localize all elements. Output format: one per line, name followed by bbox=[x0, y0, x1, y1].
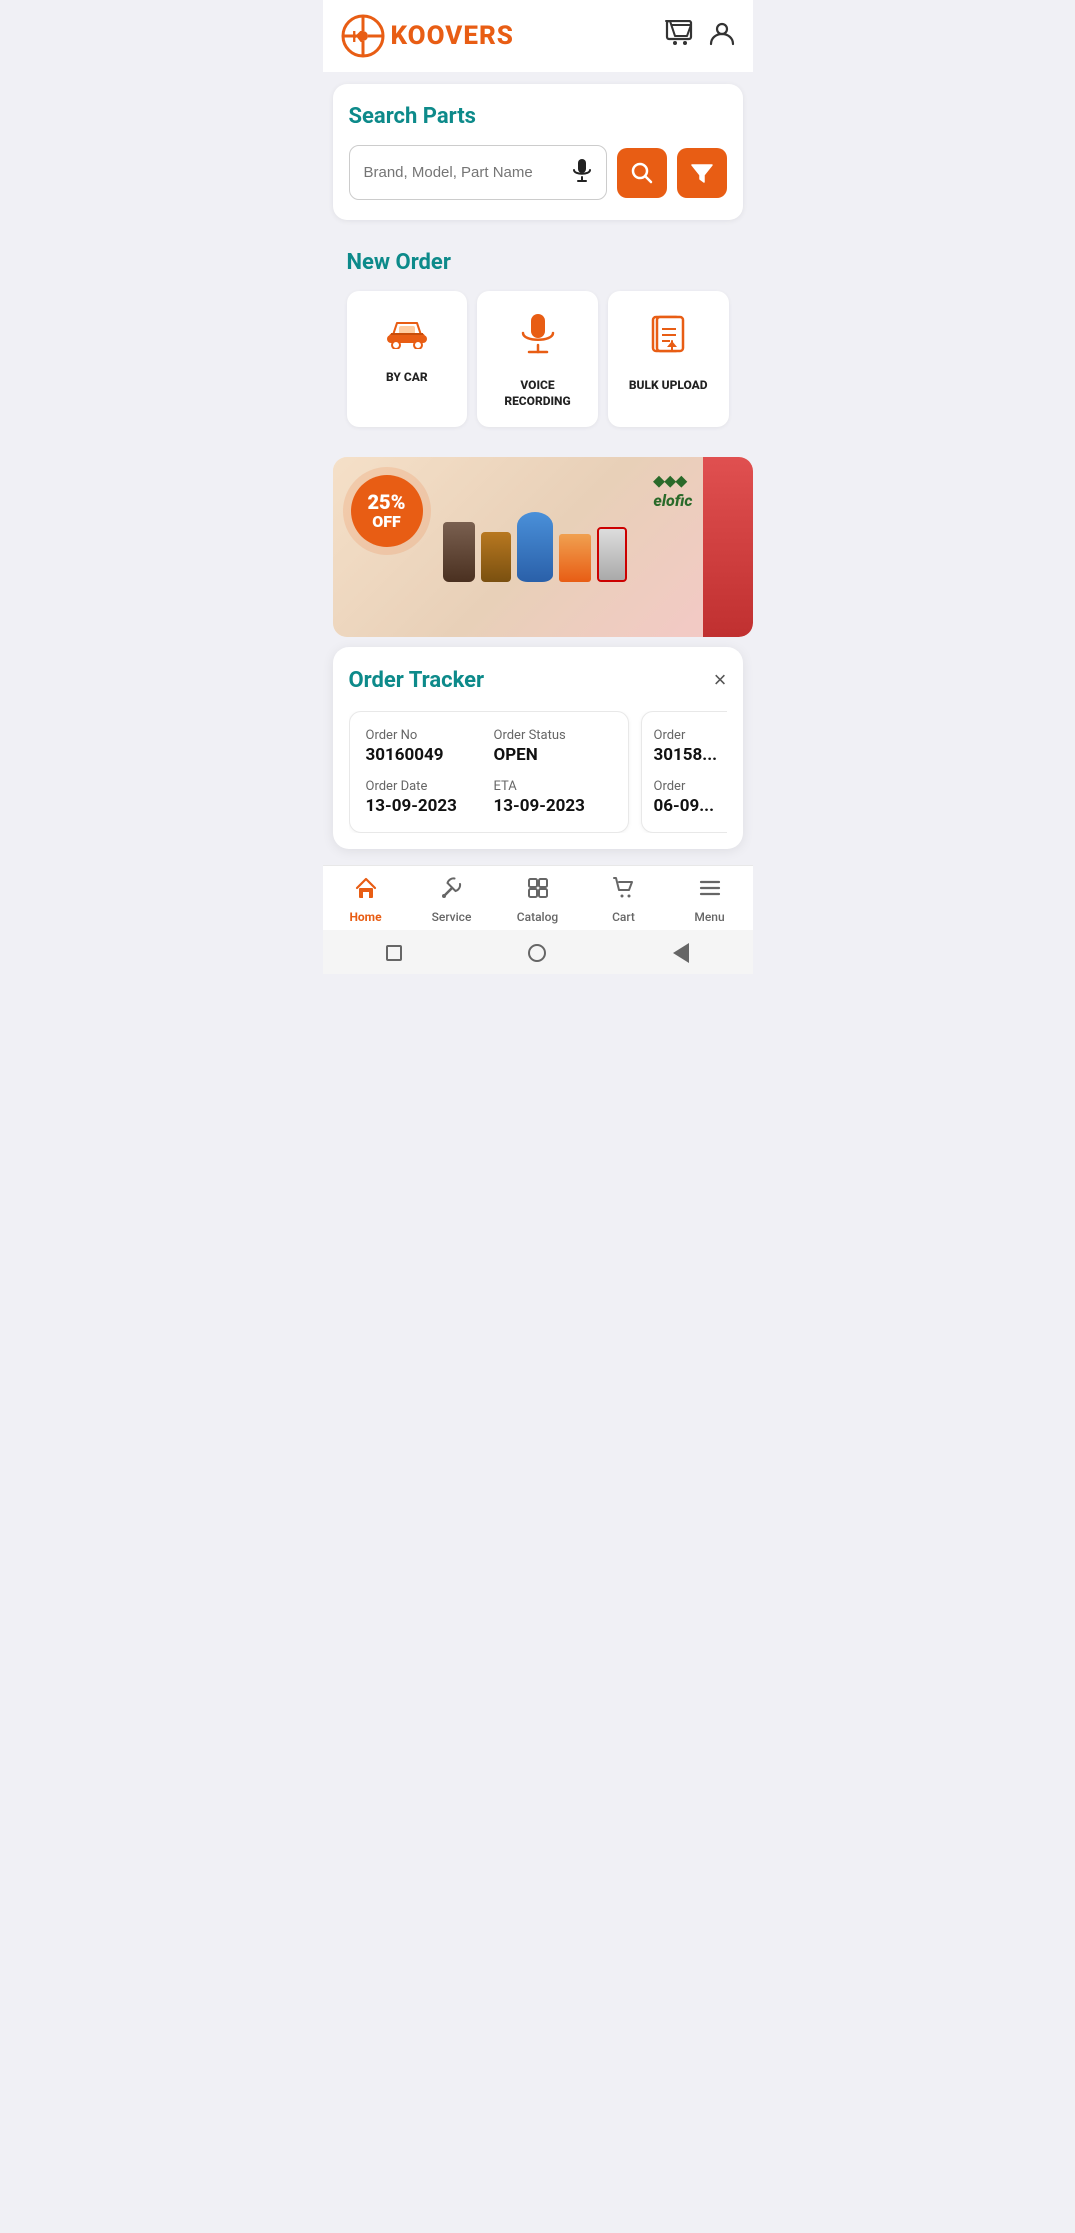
catalog-icon bbox=[526, 876, 550, 906]
bottom-nav: Home Service Catalog bbox=[323, 865, 753, 930]
filter-product-5 bbox=[597, 527, 627, 582]
order-card-1[interactable]: Order No 30160049 Order Status OPEN Orde… bbox=[349, 711, 629, 833]
car-icon bbox=[385, 313, 429, 358]
by-car-label: BY CAR bbox=[386, 370, 428, 386]
nav-service[interactable]: Service bbox=[409, 876, 495, 924]
menu-icon bbox=[698, 876, 722, 906]
filter-product-1 bbox=[443, 522, 475, 582]
order-eta-label: ETA bbox=[494, 779, 612, 794]
close-button[interactable]: × bbox=[714, 667, 727, 693]
filter-product-2 bbox=[481, 532, 511, 582]
discount-off: OFF bbox=[372, 513, 401, 531]
order-status-field: Order Status OPEN bbox=[494, 728, 612, 765]
search-title: Search Parts bbox=[349, 104, 727, 129]
nav-home[interactable]: Home bbox=[323, 876, 409, 924]
nav-catalog-label: Catalog bbox=[517, 910, 558, 924]
android-nav-bar bbox=[323, 930, 753, 974]
bulk-upload-icon bbox=[649, 313, 687, 366]
new-order-title: New Order bbox=[347, 250, 729, 275]
nav-home-label: Home bbox=[349, 910, 381, 924]
header-actions bbox=[665, 20, 735, 52]
service-icon bbox=[440, 876, 464, 906]
bulk-upload-card[interactable]: BULK UPLOAD bbox=[608, 291, 729, 427]
order-card-1-grid: Order No 30160049 Order Status OPEN Orde… bbox=[366, 728, 612, 816]
home-icon bbox=[354, 876, 378, 906]
order-eta-value: 13-09-2023 bbox=[494, 796, 612, 816]
brand-name: elofic bbox=[653, 491, 692, 510]
nav-cart[interactable]: Cart bbox=[581, 876, 667, 924]
order-card-2[interactable]: Order 30158... Order 06-09... bbox=[641, 711, 727, 833]
discount-percent: 25% bbox=[367, 491, 405, 513]
logo[interactable]: K KOOVERS bbox=[341, 14, 514, 58]
by-car-card[interactable]: BY CAR bbox=[347, 291, 468, 427]
microphone-icon[interactable] bbox=[572, 158, 592, 187]
order-eta-field: ETA 13-09-2023 bbox=[494, 779, 612, 816]
tracker-header: Order Tracker × bbox=[349, 667, 727, 693]
search-input-wrapper[interactable] bbox=[349, 145, 607, 200]
search-row bbox=[349, 145, 727, 200]
order-date-label: Order Date bbox=[366, 779, 484, 794]
banner-products bbox=[443, 512, 627, 582]
filter-button[interactable] bbox=[677, 148, 727, 198]
brand-logo: ⬥⬥⬥ elofic bbox=[653, 471, 692, 510]
cart-icon[interactable] bbox=[665, 20, 693, 52]
voice-recording-card[interactable]: VOICERECORDING bbox=[477, 291, 598, 427]
order-no-field: Order No 30160049 bbox=[366, 728, 484, 765]
order-no-label-2: Order bbox=[654, 728, 727, 743]
android-home-button[interactable] bbox=[526, 942, 548, 964]
tracker-title: Order Tracker bbox=[349, 668, 485, 693]
filter-product-4 bbox=[559, 534, 591, 582]
promo-banner[interactable]: 25% OFF ⬥⬥⬥ elofic bbox=[333, 457, 753, 637]
order-status-value: OPEN bbox=[494, 745, 612, 765]
voice-recording-label: VOICERECORDING bbox=[504, 378, 570, 409]
cart-nav-icon bbox=[612, 876, 636, 906]
new-order-section: New Order BY CAR bbox=[333, 232, 743, 445]
order-cards: BY CAR VOICERECORDING bbox=[347, 291, 729, 427]
search-section: Search Parts bbox=[333, 84, 743, 220]
filter-product-3 bbox=[517, 512, 553, 582]
search-input[interactable] bbox=[364, 164, 566, 181]
svg-text:K: K bbox=[352, 29, 364, 46]
order-date-label-2: Order bbox=[654, 779, 727, 794]
nav-menu[interactable]: Menu bbox=[667, 876, 753, 924]
nav-cart-label: Cart bbox=[612, 910, 635, 924]
order-status-label: Order Status bbox=[494, 728, 612, 743]
order-no-field-2: Order 30158... bbox=[654, 728, 727, 765]
koovers-logo-icon: K bbox=[341, 14, 385, 58]
android-recents-button[interactable] bbox=[383, 942, 405, 964]
order-tracker: Order Tracker × Order No 30160049 Order … bbox=[333, 647, 743, 849]
order-no-value: 30160049 bbox=[366, 745, 484, 765]
order-date-value: 13-09-2023 bbox=[366, 796, 484, 816]
tracker-cards-row: Order No 30160049 Order Status OPEN Orde… bbox=[349, 711, 727, 833]
logo-text: KOOVERS bbox=[391, 21, 514, 51]
bulk-upload-label: BULK UPLOAD bbox=[629, 378, 708, 394]
android-home-icon bbox=[528, 944, 546, 962]
search-button[interactable] bbox=[617, 148, 667, 198]
user-icon[interactable] bbox=[709, 20, 735, 52]
header: K KOOVERS bbox=[323, 0, 753, 72]
order-date-field-2: Order 06-09... bbox=[654, 779, 727, 816]
banner-right-strip bbox=[703, 457, 753, 637]
order-date-field: Order Date 13-09-2023 bbox=[366, 779, 484, 816]
discount-badge: 25% OFF bbox=[351, 475, 423, 547]
nav-catalog[interactable]: Catalog bbox=[495, 876, 581, 924]
nav-service-label: Service bbox=[432, 910, 472, 924]
android-back-button[interactable] bbox=[670, 942, 692, 964]
order-no-value-2: 30158... bbox=[654, 745, 727, 765]
back-icon bbox=[673, 943, 689, 963]
order-date-value-2: 06-09... bbox=[654, 796, 727, 816]
recents-icon bbox=[386, 945, 402, 961]
voice-recording-icon bbox=[519, 313, 557, 366]
order-no-label: Order No bbox=[366, 728, 484, 743]
banner-content: 25% OFF ⬥⬥⬥ elofic bbox=[333, 457, 753, 637]
nav-menu-label: Menu bbox=[694, 910, 724, 924]
